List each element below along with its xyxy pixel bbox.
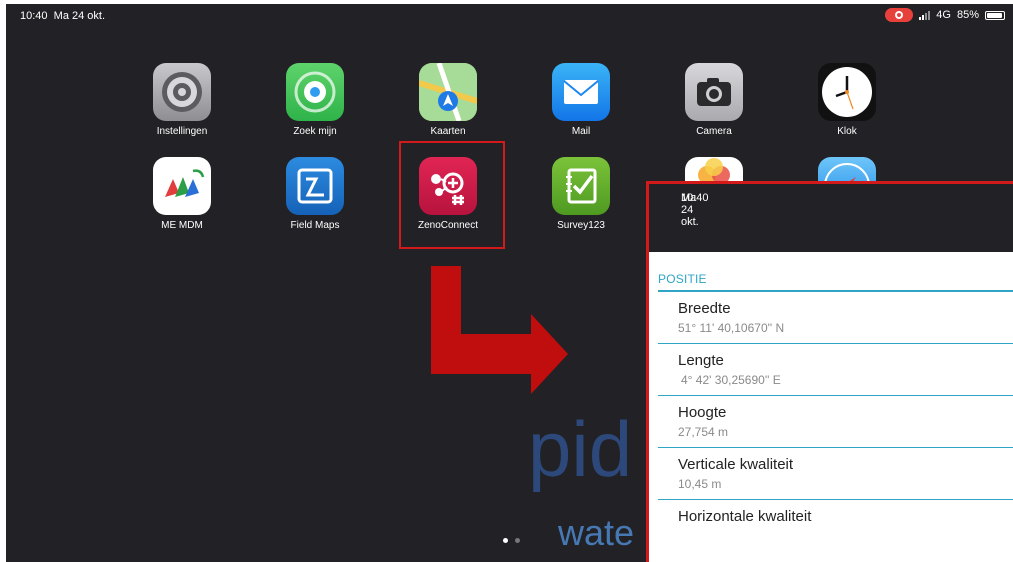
position-row-lengte[interactable]: Lengte 4° 42' 30,25690'' E	[658, 344, 1013, 396]
row-title: Horizontale kwaliteit	[678, 508, 812, 525]
zenoconnect-position-panel: 10:40 Ma 24 okt. POSITIE Breedte 51° 11'…	[646, 181, 1013, 562]
panel-date: Ma 24 okt.	[681, 192, 699, 228]
position-row-breedte[interactable]: Breedte 51° 11' 40,10670'' N	[658, 292, 1013, 344]
row-title: Verticale kwaliteit	[678, 456, 794, 473]
row-title: Breedte	[678, 300, 731, 317]
section-title-positie: POSITIE	[658, 272, 707, 286]
row-value: 10,45 m	[678, 477, 722, 491]
page-indicator[interactable]	[503, 538, 520, 543]
position-row-hoogte[interactable]: Hoogte 27,754 m	[658, 396, 1013, 448]
panel-status-bar: 10:40 Ma 24 okt.	[649, 184, 1013, 252]
watermark-text: pid	[528, 405, 633, 493]
position-row-horizontale-kwaliteit[interactable]: Horizontale kwaliteit	[658, 500, 1013, 552]
row-title: Lengte	[678, 352, 724, 369]
row-title: Hoogte	[678, 404, 727, 421]
row-value: 4° 42' 30,25690'' E	[681, 373, 781, 387]
watermark-subtext: wate	[558, 512, 635, 553]
row-value: 27,754 m	[678, 425, 729, 439]
row-value: 51° 11' 40,10670'' N	[678, 321, 785, 335]
position-row-verticale-kwaliteit[interactable]: Verticale kwaliteit 10,45 m	[658, 448, 1013, 500]
